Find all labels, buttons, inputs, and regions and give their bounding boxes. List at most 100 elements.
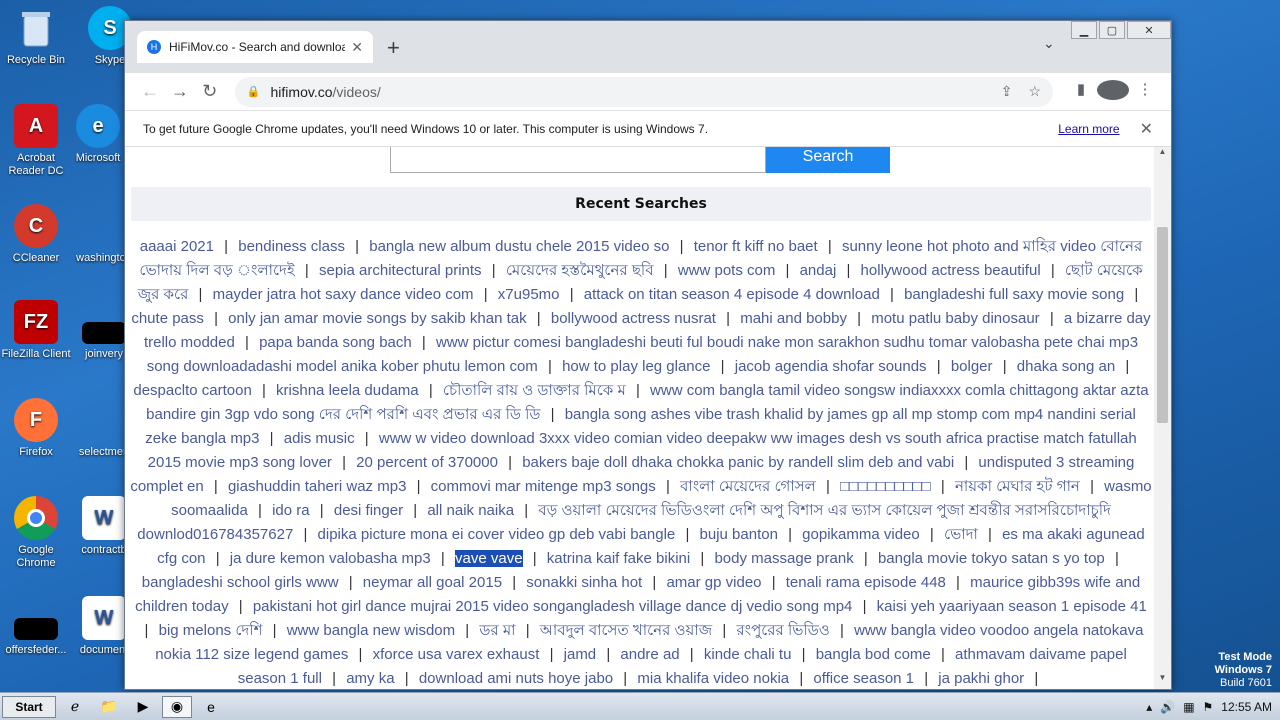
recent-search-link[interactable]: office season 1 — [813, 670, 914, 687]
desktop-icon-chrome[interactable]: Google Chrome — [0, 496, 72, 570]
address-bar[interactable]: 🔒 hifimov.co/videos/ ⇪ ☆ — [234, 76, 1054, 107]
recent-search-link[interactable]: bangla bod come — [816, 646, 931, 663]
recent-search-link[interactable]: dhaka song an — [1017, 358, 1115, 375]
recent-search-link[interactable]: commovi mar mitenge mp3 songs — [431, 478, 656, 495]
action-center-flag-icon[interactable]: ⚑ — [1203, 700, 1214, 714]
recent-search-link[interactable]: kinde chali tu — [704, 646, 792, 663]
clock[interactable]: 12:55 AM — [1221, 700, 1272, 714]
tray-expand-icon[interactable]: ▴ — [1146, 700, 1152, 714]
media-player-icon[interactable]: ▶ — [128, 696, 158, 718]
recent-search-link[interactable]: ja dure kemon valobasha mp3 — [230, 550, 431, 567]
recent-search-link[interactable]: how to play leg glance — [562, 358, 710, 375]
recent-search-link[interactable]: kaisi yeh yaariyaan season 1 episode 41 — [877, 598, 1147, 615]
desktop-icon-ccleaner[interactable]: C CCleaner — [0, 204, 72, 265]
recent-search-link[interactable]: jacob agendia shofar sounds — [735, 358, 927, 375]
recent-search-link[interactable]: krishna leela dudama — [276, 382, 419, 399]
maximize-icon[interactable]: ▢ — [1099, 21, 1125, 39]
recent-search-link[interactable]: amy ka — [346, 670, 394, 687]
recent-search-link[interactable]: ডর মা — [479, 622, 515, 639]
desktop-icon-offersfeder[interactable]: offersfeder... — [0, 596, 72, 657]
recent-search-link[interactable]: chute pass — [131, 310, 204, 327]
volume-icon[interactable]: 🔊 — [1160, 700, 1175, 714]
recent-search-link[interactable]: hollywood actress beautiful — [861, 262, 1041, 279]
minimize-icon[interactable]: ▁ — [1071, 21, 1097, 39]
recent-search-link[interactable]: নায়কা মেঘার হট গান — [955, 478, 1080, 495]
recent-search-link[interactable]: চৌতালি রায় ও ডাক্তার মিকে ম — [443, 382, 626, 399]
recent-search-link[interactable]: bangladeshi full saxy movie song — [904, 286, 1124, 303]
recent-search-link[interactable]: tenor ft kiff no baet — [694, 238, 818, 255]
recent-search-link[interactable]: আবদুল বাসেত খানের ওয়াজ — [540, 622, 712, 639]
recent-search-link[interactable]: bolger — [951, 358, 993, 375]
recent-search-link[interactable]: xforce usa varex exhaust — [373, 646, 540, 663]
recent-search-link[interactable]: ido ra — [272, 502, 310, 519]
infobar-close-icon[interactable]: ✕ — [1140, 119, 1153, 139]
start-button[interactable]: Start — [2, 695, 56, 718]
network-icon[interactable]: ▦ — [1183, 700, 1194, 714]
recent-search-link[interactable]: andre ad — [620, 646, 679, 663]
recent-search-link[interactable]: all naik naika — [427, 502, 514, 519]
recent-search-link[interactable]: gopikamma video — [802, 526, 920, 543]
internet-explorer-icon[interactable]: ℯ — [60, 696, 90, 718]
desktop-icon-filezilla[interactable]: FZ FileZilla Client — [0, 300, 72, 361]
scroll-up-icon[interactable]: ▲ — [1154, 147, 1171, 163]
recent-search-link[interactable]: motu patlu baby dinosaur — [871, 310, 1039, 327]
recent-search-link[interactable]: andaj — [800, 262, 837, 279]
recent-search-link[interactable]: dipika picture mona ei cover video gp de… — [318, 526, 676, 543]
side-panel-icon[interactable]: ▮ — [1065, 80, 1097, 104]
recent-search-link[interactable]: www pots com — [678, 262, 776, 279]
learn-more-link[interactable]: Learn more — [1058, 122, 1119, 136]
recent-search-link[interactable]: aaaai 2021 — [140, 238, 214, 255]
desktop-icon-recycle-bin[interactable]: Recycle Bin — [0, 6, 72, 67]
menu-kebab-icon[interactable]: ⋮ — [1129, 80, 1161, 104]
recent-search-link[interactable]: papa banda song bach — [259, 334, 412, 351]
recent-search-link[interactable]: body massage prank — [714, 550, 853, 567]
recent-search-link[interactable]: big melons দেশি — [159, 622, 263, 639]
recent-search-link[interactable]: বাংলা মেয়েদের গোসল — [680, 478, 816, 495]
recent-search-link[interactable]: tenali rama episode 448 — [786, 574, 946, 591]
scroll-thumb[interactable] — [1157, 227, 1168, 423]
recent-search-link[interactable]: 20 percent of 370000 — [356, 454, 498, 471]
new-tab-icon[interactable]: + — [387, 35, 400, 61]
recent-search-link[interactable]: রংপুরের ভিডিও — [736, 622, 829, 639]
recent-search-link[interactable]: মেয়েদের হস্তমৈথুনের ছবি — [506, 262, 654, 279]
recent-search-link[interactable]: x7u95mo — [498, 286, 560, 303]
recent-search-link[interactable]: pakistani hot girl dance mujrai 2015 vid… — [253, 598, 853, 615]
recent-search-link[interactable]: bollywood actress nusrat — [551, 310, 716, 327]
search-input[interactable] — [390, 147, 766, 173]
recent-search-link[interactable]: □□□□□□□□□□ — [840, 478, 931, 495]
desktop-icon-firefox[interactable]: F Firefox — [0, 398, 72, 459]
reload-icon[interactable]: ↻ — [195, 81, 225, 102]
recent-search-link[interactable]: bangla new album dustu chele 2015 video … — [369, 238, 669, 255]
recent-search-link[interactable]: sonakki sinha hot — [526, 574, 642, 591]
recent-search-link[interactable]: adis music — [284, 430, 355, 447]
recent-search-link[interactable]: download ami nuts hoye jabo — [419, 670, 613, 687]
back-arrow-icon[interactable]: ← — [135, 81, 165, 102]
recent-search-link[interactable]: neymar all goal 2015 — [363, 574, 502, 591]
recent-search-link[interactable]: giashuddin taheri waz mp3 — [228, 478, 406, 495]
scroll-down-icon[interactable]: ▼ — [1154, 673, 1171, 689]
recent-search-link[interactable]: katrina kaif fake bikini — [547, 550, 690, 567]
recent-search-link[interactable]: www bangla new wisdom — [287, 622, 455, 639]
recent-search-link[interactable]: buju banton — [700, 526, 778, 543]
recent-search-link[interactable]: bakers baje doll dhaka chokka panic by r… — [522, 454, 954, 471]
bookmark-star-icon[interactable]: ☆ — [1028, 83, 1041, 100]
file-explorer-icon[interactable]: 📁 — [94, 696, 124, 718]
recent-search-link[interactable]: mayder jatra hot saxy dance video com — [213, 286, 474, 303]
recent-search-link[interactable]: sepia architectural prints — [319, 262, 482, 279]
recent-search-link[interactable]: bangladeshi school girls www — [142, 574, 339, 591]
chrome-taskbar-icon[interactable]: ◉ — [162, 695, 192, 718]
tab-hifimov[interactable]: H HiFiMov.co - Search and download a ✕ — [137, 31, 373, 63]
recent-search-link[interactable]: only jan amar movie songs by sakib khan … — [228, 310, 526, 327]
recent-search-link[interactable]: bendiness class — [238, 238, 345, 255]
recent-search-link[interactable]: bangla movie tokyo satan s yo top — [878, 550, 1105, 567]
recent-search-link[interactable]: despaclto cartoon — [133, 382, 251, 399]
share-icon[interactable]: ⇪ — [1001, 83, 1013, 100]
forward-arrow-icon[interactable]: → — [165, 81, 195, 102]
close-window-icon[interactable]: ✕ — [1127, 21, 1171, 39]
search-button[interactable]: Search — [766, 147, 890, 173]
recent-search-link[interactable]: attack on titan season 4 episode 4 downl… — [584, 286, 880, 303]
recent-search-link[interactable]: desi finger — [334, 502, 403, 519]
recent-search-link[interactable]: mahi and bobby — [740, 310, 847, 327]
recent-search-link[interactable]: vave vave — [455, 550, 523, 567]
recent-search-link[interactable]: jamd — [564, 646, 597, 663]
